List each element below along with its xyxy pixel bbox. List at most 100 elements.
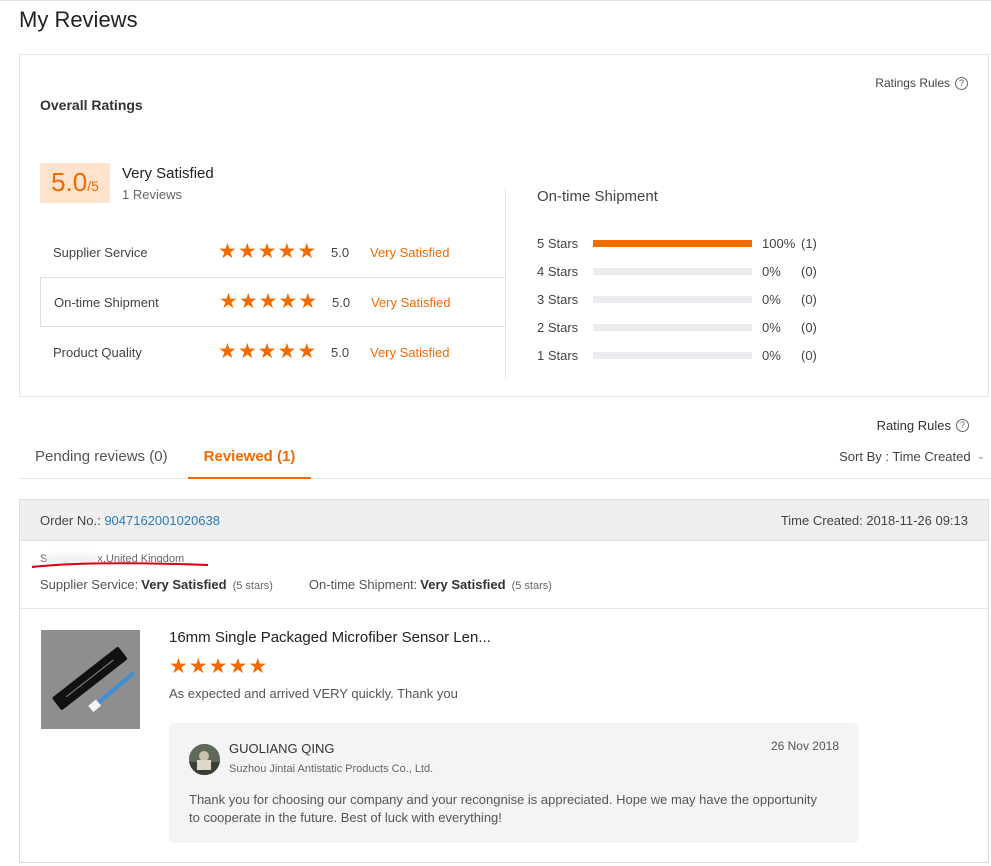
star-icon: ★ — [278, 290, 298, 313]
order-label: Order No.: — [40, 513, 101, 528]
ratings-rules-link[interactable]: Ratings Rules ? — [875, 76, 968, 90]
order-header: Order No.: 9047162001020638 Time Created… — [20, 500, 988, 541]
shipment-label: On-time Shipment: — [308, 577, 418, 592]
star-icon: ★ — [257, 340, 277, 363]
supplier-service-label: Supplier Service: — [40, 577, 139, 592]
distribution-count: (0) — [801, 291, 817, 307]
dimension-score: 5.0 — [331, 244, 350, 260]
service-ratings-line: Supplier Service: Very Satisfied (5 stars)… — [40, 577, 552, 592]
star-icon: ★ — [169, 655, 188, 678]
star-icon: ★ — [208, 655, 228, 678]
order-number-link[interactable]: 9047162001020638 — [104, 513, 220, 528]
supplier-service-value: Very Satisfied — [141, 577, 227, 592]
overall-ratings-title: Overall Ratings — [40, 97, 143, 113]
chevron-down-icon[interactable]: ⌄ — [977, 451, 985, 462]
active-tab-indicator — [188, 477, 311, 479]
distribution-row: 3 Stars 0% (0) — [537, 289, 837, 309]
section-divider — [20, 608, 988, 609]
dimension-score: 5.0 — [331, 344, 350, 360]
distribution-count: (0) — [801, 347, 817, 363]
star-rating: ★ ★ ★ ★ ★ — [218, 240, 317, 263]
overall-verdict: Very Satisfied — [122, 165, 214, 182]
sort-label[interactable]: Sort By : Time Created — [839, 449, 971, 464]
reply-date: 26 Nov 2018 — [770, 739, 839, 753]
tab-reviewed[interactable]: Reviewed (1) — [188, 448, 311, 465]
review-text: As expected and arrived VERY quickly. Th… — [169, 686, 458, 701]
product-thumbnail[interactable] — [41, 630, 140, 729]
tabs-divider — [19, 478, 991, 479]
star-icon: ★ — [298, 290, 318, 313]
time-created: Time Created: 2018-11-26 09:13 — [780, 513, 968, 528]
distribution-count: (0) — [801, 319, 817, 335]
distribution-row: 1 Stars 0% (0) — [537, 345, 837, 365]
distribution-percent: 0% — [762, 291, 781, 307]
distribution-bar — [593, 240, 752, 247]
star-icon: ★ — [228, 655, 248, 678]
reviews-count: 1 Reviews — [122, 187, 182, 202]
distribution-bar — [593, 352, 752, 359]
distribution-label: 2 Stars — [537, 319, 579, 335]
rating-rules-link[interactable]: Rating Rules ? — [877, 418, 969, 433]
rating-dimension-row: Product Quality ★ ★ ★ ★ ★ 5.0 Very Satisfied — [40, 327, 505, 377]
distribution-row: 4 Stars 0% (0) — [537, 261, 837, 281]
red-annotation-underline — [31, 562, 209, 568]
distribution-bar — [593, 296, 752, 303]
star-icon: ★ — [297, 340, 317, 363]
star-icon: ★ — [297, 240, 317, 263]
ratings-rules-label[interactable]: Ratings Rules — [875, 76, 950, 90]
help-icon[interactable]: ? — [956, 419, 969, 432]
overall-score: 5.0 — [51, 167, 88, 197]
dimension-verdict: Very Satisfied — [370, 344, 450, 360]
star-icon: ★ — [238, 290, 258, 313]
star-icon: ★ — [237, 340, 257, 363]
distribution-label: 1 Stars — [537, 347, 579, 363]
star-icon: ★ — [248, 655, 268, 678]
star-icon: ★ — [218, 240, 237, 263]
overall-score-badge: 5.0/5 — [40, 163, 110, 203]
star-icon: ★ — [277, 240, 297, 263]
star-icon: ★ — [257, 240, 277, 263]
star-rating: ★ ★ ★ ★ ★ — [219, 290, 318, 313]
overall-score-suffix: /5 — [87, 178, 99, 194]
distribution-label: 4 Stars — [537, 263, 579, 279]
supplier-service-stars: (5 stars) — [232, 580, 273, 592]
dimension-name: On-time Shipment — [54, 294, 159, 310]
distribution-title: On-time Shipment — [537, 188, 658, 205]
distribution-count: (1) — [801, 235, 817, 251]
reply-author-name: GUOLIANG QING — [229, 741, 335, 756]
dimension-name: Supplier Service — [53, 244, 148, 260]
avatar — [189, 744, 220, 775]
product-title-link[interactable]: 16mm Single Packaged Microfiber Sensor L… — [169, 629, 491, 646]
vertical-divider — [505, 188, 506, 378]
dimension-name: Product Quality — [53, 344, 142, 360]
tab-pending-reviews[interactable]: Pending reviews (0) — [35, 448, 168, 465]
distribution-percent: 100% — [762, 235, 796, 251]
distribution-row: 5 Stars 100% (1) — [537, 233, 837, 253]
star-rating: ★ ★ ★ ★ ★ — [218, 340, 317, 363]
star-icon: ★ — [188, 655, 208, 678]
sort-dropdown[interactable]: Sort By : Time Created ⌄ — [839, 449, 985, 464]
dimension-verdict: Very Satisfied — [371, 294, 451, 310]
distribution-label: 3 Stars — [537, 291, 579, 307]
review-card: Order No.: 9047162001020638 Time Created… — [19, 499, 989, 863]
reply-company: Suzhou Jintai Antistatic Products Co., L… — [229, 763, 434, 775]
rating-dimension-row: Supplier Service ★ ★ ★ ★ ★ 5.0 Very Satisfie… — [40, 227, 505, 277]
reply-text: Thank you for choosing our company and y… — [189, 792, 817, 825]
rating-dimension-row: On-time Shipment ★ ★ ★ ★ ★ 5.0 Very Satisfie… — [40, 277, 506, 327]
overall-ratings-card: Ratings Rules ? Overall Ratings 5.0/5 Ve… — [19, 54, 989, 397]
distribution-bar-fill — [593, 240, 752, 247]
review-star-rating: ★ ★ ★ ★ ★ — [169, 655, 268, 678]
star-icon: ★ — [237, 240, 257, 263]
star-icon: ★ — [277, 340, 297, 363]
star-icon: ★ — [258, 290, 278, 313]
shipment-value: Very Satisfied — [420, 577, 506, 592]
top-divider — [0, 0, 991, 1]
distribution-row: 2 Stars 0% (0) — [537, 317, 837, 337]
distribution-label: 5 Stars — [537, 235, 579, 251]
rating-rules-label[interactable]: Rating Rules — [877, 418, 951, 433]
distribution-percent: 0% — [762, 347, 781, 363]
help-icon[interactable]: ? — [955, 76, 968, 90]
dimension-verdict: Very Satisfied — [370, 244, 450, 260]
dimension-score: 5.0 — [332, 294, 351, 310]
supplier-reply: GUOLIANG QING Suzhou Jintai Antistatic P… — [169, 723, 859, 843]
